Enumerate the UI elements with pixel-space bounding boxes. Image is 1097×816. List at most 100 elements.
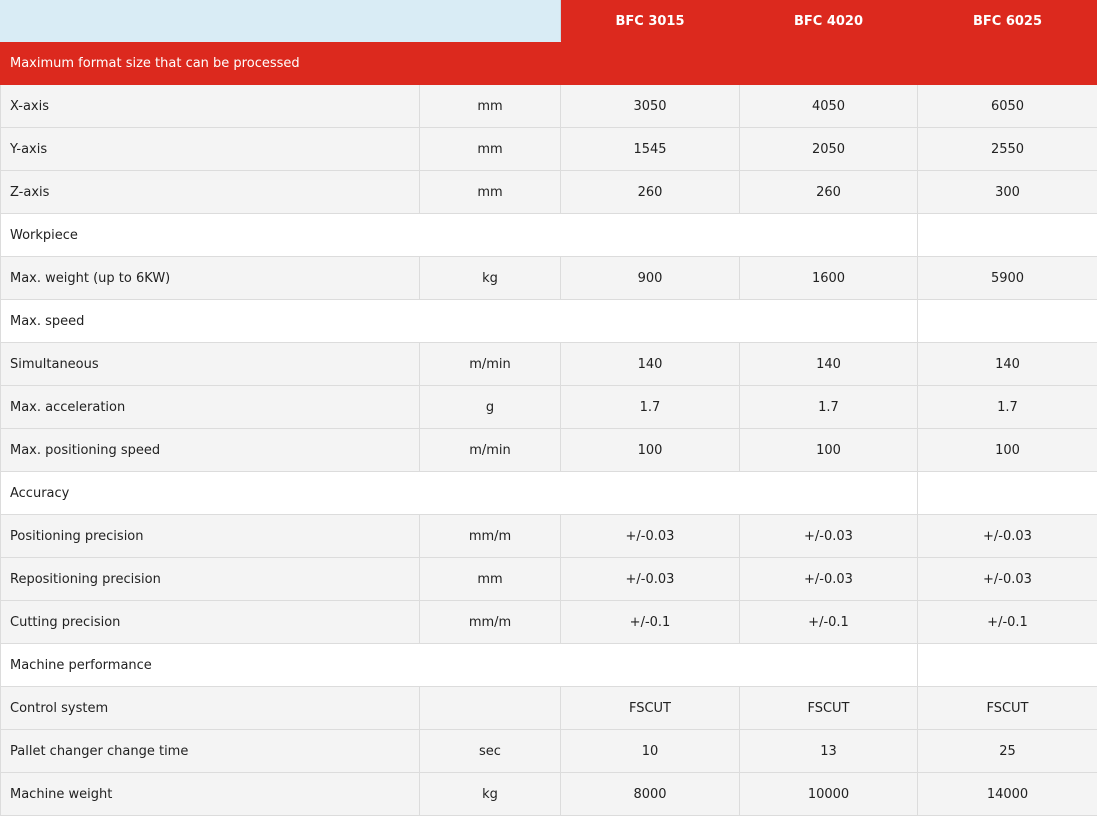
spec-value: +/-0.03: [740, 515, 918, 558]
spec-unit: mm: [420, 85, 561, 128]
spec-value: 10000: [740, 773, 918, 816]
spec-value: 140: [740, 343, 918, 386]
spec-unit: mm: [420, 558, 561, 601]
spec-value: FSCUT: [918, 687, 1097, 730]
spec-value: 300: [918, 171, 1097, 214]
spec-value: +/-0.1: [740, 601, 918, 644]
spec-label: Max. weight (up to 6KW): [1, 257, 420, 300]
section-tail-cell: [918, 472, 1097, 515]
section-tail-cell: [918, 42, 1097, 85]
spec-value: 1600: [740, 257, 918, 300]
spec-value: 100: [918, 429, 1097, 472]
section-title: Accuracy: [1, 472, 918, 515]
spec-unit: m/min: [420, 429, 561, 472]
spec-unit: mm/m: [420, 515, 561, 558]
spec-value: +/-0.03: [561, 515, 740, 558]
spec-unit: sec: [420, 730, 561, 773]
spec-unit: mm: [420, 128, 561, 171]
spec-label: Max. positioning speed: [1, 429, 420, 472]
table-row: X-axismm305040506050: [1, 85, 1097, 128]
spec-unit: kg: [420, 773, 561, 816]
spec-unit: kg: [420, 257, 561, 300]
spec-value: +/-0.03: [918, 558, 1097, 601]
spec-label: Cutting precision: [1, 601, 420, 644]
table-row: Simultaneousm/min140140140: [1, 343, 1097, 386]
specs-table: BFC 3015 BFC 4020 BFC 6025 Maximum forma…: [0, 0, 1097, 816]
table-row: Max. positioning speedm/min100100100: [1, 429, 1097, 472]
spec-unit: [420, 687, 561, 730]
section-tail-cell: [918, 214, 1097, 257]
spec-value: 10: [561, 730, 740, 773]
spec-unit: m/min: [420, 343, 561, 386]
spec-unit: mm: [420, 171, 561, 214]
spec-value: +/-0.03: [561, 558, 740, 601]
spec-value: 2050: [740, 128, 918, 171]
section-tail-cell: [918, 300, 1097, 343]
spec-value: +/-0.1: [561, 601, 740, 644]
table-row: Positioning precisionmm/m+/-0.03+/-0.03+…: [1, 515, 1097, 558]
table-row: Repositioning precisionmm+/-0.03+/-0.03+…: [1, 558, 1097, 601]
spec-value: 900: [561, 257, 740, 300]
spec-value: 8000: [561, 773, 740, 816]
spec-value: 5900: [918, 257, 1097, 300]
spec-value: 13: [740, 730, 918, 773]
spec-value: +/-0.03: [918, 515, 1097, 558]
spec-value: 140: [918, 343, 1097, 386]
spec-value: FSCUT: [561, 687, 740, 730]
spec-label: Max. acceleration: [1, 386, 420, 429]
spec-label: Z-axis: [1, 171, 420, 214]
spec-value: 1.7: [561, 386, 740, 429]
spec-value: 1.7: [918, 386, 1097, 429]
spec-value: 14000: [918, 773, 1097, 816]
spec-label: X-axis: [1, 85, 420, 128]
spec-value: 6050: [918, 85, 1097, 128]
table-row: Pallet changer change timesec101325: [1, 730, 1097, 773]
section-title: Max. speed: [1, 300, 918, 343]
table-row: Max. weight (up to 6KW)kg90016005900: [1, 257, 1097, 300]
spec-label: Simultaneous: [1, 343, 420, 386]
spec-value: 25: [918, 730, 1097, 773]
spec-value: 4050: [740, 85, 918, 128]
table-row: Cutting precisionmm/m+/-0.1+/-0.1+/-0.1: [1, 601, 1097, 644]
spec-label: Repositioning precision: [1, 558, 420, 601]
spec-value: 100: [740, 429, 918, 472]
spec-value: 3050: [561, 85, 740, 128]
spec-label: Positioning precision: [1, 515, 420, 558]
spec-value: +/-0.1: [918, 601, 1097, 644]
table-row: Control systemFSCUTFSCUTFSCUT: [1, 687, 1097, 730]
spec-value: FSCUT: [740, 687, 918, 730]
section-row: Max. speed: [1, 300, 1097, 343]
spec-value: 100: [561, 429, 740, 472]
spec-unit: g: [420, 386, 561, 429]
section-title: Workpiece: [1, 214, 918, 257]
spec-label: Y-axis: [1, 128, 420, 171]
spec-value: 260: [740, 171, 918, 214]
spec-value: 1545: [561, 128, 740, 171]
spec-value: 2550: [918, 128, 1097, 171]
model-header: BFC 6025: [918, 1, 1097, 42]
table-row: Max. accelerationg1.71.71.7: [1, 386, 1097, 429]
spec-value: 1.7: [740, 386, 918, 429]
spec-label: Control system: [1, 687, 420, 730]
section-row: Accuracy: [1, 472, 1097, 515]
specs-body: Maximum format size that can be processe…: [1, 42, 1097, 816]
section-title: Machine performance: [1, 644, 918, 687]
section-row: Workpiece: [1, 214, 1097, 257]
spec-unit: mm/m: [420, 601, 561, 644]
section-row: Machine performance: [1, 644, 1097, 687]
model-header: BFC 3015: [561, 1, 740, 42]
spec-value: 140: [561, 343, 740, 386]
header-blank: [1, 1, 561, 42]
spec-value: 260: [561, 171, 740, 214]
table-row: Y-axismm154520502550: [1, 128, 1097, 171]
header-row: BFC 3015 BFC 4020 BFC 6025: [1, 1, 1097, 42]
spec-label: Machine weight: [1, 773, 420, 816]
spec-value: +/-0.03: [740, 558, 918, 601]
table-row: Z-axismm260260300: [1, 171, 1097, 214]
table-row: Machine weightkg80001000014000: [1, 773, 1097, 816]
section-title: Maximum format size that can be processe…: [1, 42, 918, 85]
model-header: BFC 4020: [740, 1, 918, 42]
section-row: Maximum format size that can be processe…: [1, 42, 1097, 85]
spec-label: Pallet changer change time: [1, 730, 420, 773]
section-tail-cell: [918, 644, 1097, 687]
